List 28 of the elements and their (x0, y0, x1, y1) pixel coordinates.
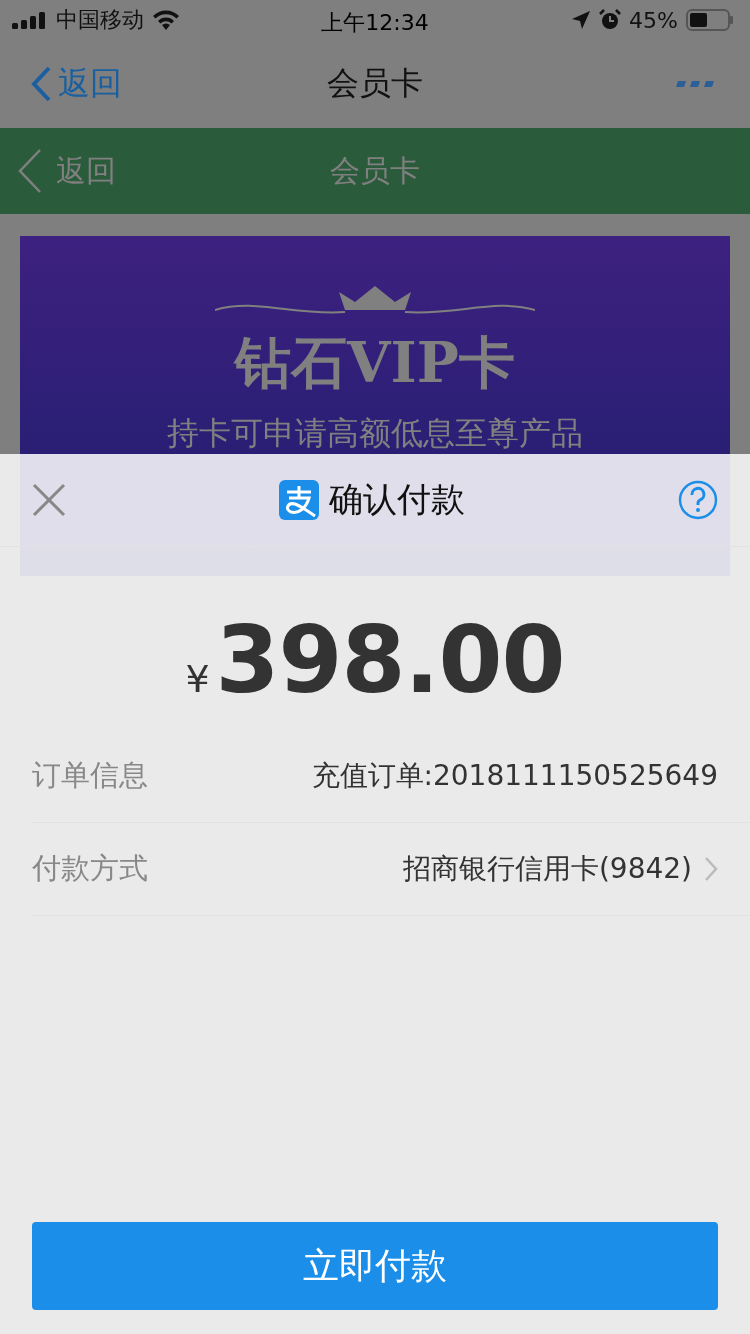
battery-percent: 45% (629, 7, 678, 33)
battery-icon (686, 9, 734, 31)
row-label: 付款方式 (32, 850, 148, 887)
chevron-right-icon (704, 856, 718, 882)
signal-icon (12, 11, 48, 29)
pay-now-button[interactable]: 立即付款 (32, 1222, 718, 1310)
alarm-icon (599, 9, 622, 31)
chevron-left-icon (18, 148, 42, 194)
back-button[interactable]: 返回 (0, 148, 116, 194)
currency-symbol: ¥ (185, 657, 210, 701)
wifi-icon (152, 10, 180, 30)
close-icon[interactable] (32, 483, 66, 517)
chevron-left-icon (30, 66, 52, 102)
row-value: 充值订单:2018111150525649 (311, 758, 718, 794)
payment-app-logo-icon (279, 480, 319, 520)
location-arrow-icon (571, 10, 592, 30)
sheet-title: 确认付款 (329, 478, 465, 521)
clock-time: 上午12:34 (321, 10, 429, 35)
help-icon[interactable] (678, 480, 718, 520)
banner-subtitle: 持卡可申请高额低息至尊产品 (167, 413, 583, 454)
carrier-name: 中国移动 (56, 6, 144, 34)
payment-method-selector[interactable]: 招商银行信用卡(9842) (402, 850, 718, 888)
page-title: 会员卡 (327, 64, 423, 102)
banner-title: 钻石VIP卡 (235, 328, 515, 397)
page-title: 会员卡 (330, 152, 420, 188)
payment-amount: 398.00 (215, 607, 565, 714)
more-icon[interactable] (676, 80, 714, 88)
row-label: 订单信息 (32, 757, 148, 794)
